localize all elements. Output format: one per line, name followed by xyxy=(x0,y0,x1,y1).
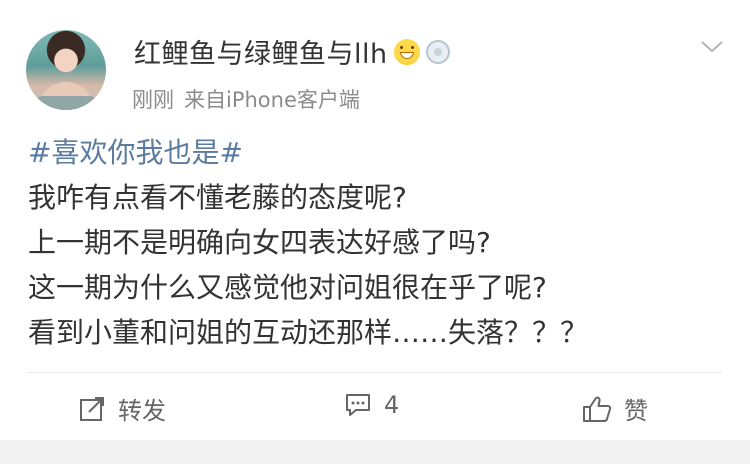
medal-badge-icon[interactable] xyxy=(425,39,450,64)
username-row: 红鲤鱼与绿鲤鱼与llh xyxy=(134,32,450,71)
post-source[interactable]: 来自iPhone客户端 xyxy=(184,88,360,112)
content-line: 看到小董和问姐的互动还那样……失落？？？ xyxy=(28,316,589,349)
username[interactable]: 红鲤鱼与绿鲤鱼与llh xyxy=(134,32,388,71)
content-line: 这一期为什么又感觉他对问姐很在乎了呢? xyxy=(28,271,547,304)
post-content: #喜欢你我也是# 我咋有点看不懂老藤的态度呢? 上一期不是明确向女四表达好感了吗… xyxy=(28,130,728,355)
like-button[interactable]: 赞 xyxy=(582,391,648,426)
action-bar: 转发 4 赞 xyxy=(0,373,750,440)
avatar-dress xyxy=(36,96,96,110)
post-meta: 刚刚 来自iPhone客户端 xyxy=(132,84,360,114)
post-time: 刚刚 xyxy=(132,88,174,112)
hashtag-link[interactable]: #喜欢你我也是# xyxy=(28,130,728,175)
comment-icon xyxy=(346,394,370,416)
share-icon xyxy=(80,396,104,421)
repost-button[interactable]: 转发 xyxy=(78,391,166,426)
comment-count: 4 xyxy=(384,391,400,419)
avatar[interactable] xyxy=(26,30,106,110)
grin-emoji-icon xyxy=(393,38,420,65)
content-line: 上一期不是明确向女四表达好感了吗? xyxy=(28,226,491,259)
content-line: 我咋有点看不懂老藤的态度呢? xyxy=(28,181,407,214)
like-label: 赞 xyxy=(624,397,648,425)
chevron-down-icon[interactable] xyxy=(700,37,724,55)
thumbs-up-icon xyxy=(583,396,612,422)
post-card: 红鲤鱼与绿鲤鱼与llh 刚刚 来自iPhone客户端 #喜欢你我也是# 我咋有点看… xyxy=(0,0,750,440)
comment-button[interactable]: 4 xyxy=(344,391,399,419)
repost-label: 转发 xyxy=(118,397,166,425)
